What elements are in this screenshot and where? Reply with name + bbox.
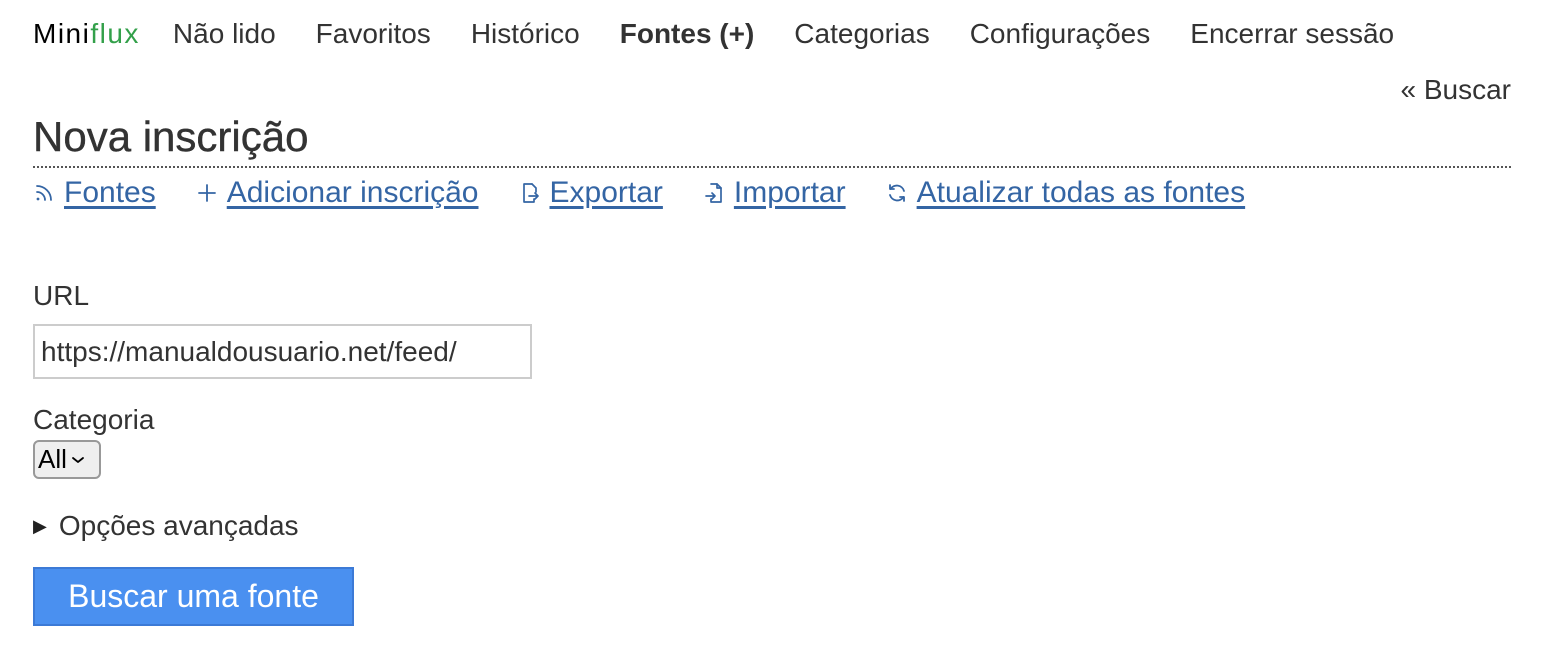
subnav-add-subscription-link[interactable]: Adicionar inscrição <box>227 176 479 210</box>
app-logo[interactable]: Miniflux <box>33 18 140 50</box>
nav-unread[interactable]: Não lido <box>173 18 276 50</box>
subnav-item-refresh-all[interactable]: Atualizar todas as fontes <box>886 176 1246 210</box>
search-toggle-link[interactable]: « Buscar <box>1401 74 1512 106</box>
subnav-item-feeds[interactable]: Fontes <box>33 176 156 210</box>
rss-icon <box>33 182 55 204</box>
logo-prefix: Mini <box>33 18 91 49</box>
advanced-options-toggle[interactable]: ▶ Opções avançadas <box>33 510 299 542</box>
chevron-down-icon <box>71 455 85 465</box>
url-label: URL <box>33 280 90 311</box>
refresh-icon <box>886 182 908 204</box>
subnav-item-import[interactable]: Importar <box>703 176 846 210</box>
page-title: Nova inscrição <box>33 110 1511 168</box>
nav-feeds[interactable]: Fontes (+) <box>620 18 755 50</box>
nav-history[interactable]: Histórico <box>471 18 580 50</box>
nav-categories[interactable]: Categorias <box>794 18 929 50</box>
nav-starred[interactable]: Favoritos <box>316 18 431 50</box>
subnav-feeds-link[interactable]: Fontes <box>64 176 156 210</box>
subnav-refresh-all-link[interactable]: Atualizar todas as fontes <box>917 176 1246 210</box>
advanced-options-label: Opções avançadas <box>58 510 299 541</box>
disclosure-triangle-icon: ▶ <box>33 515 47 536</box>
category-select-value: All <box>38 444 67 474</box>
subnav-item-add-subscription[interactable]: Adicionar inscrição <box>196 176 479 210</box>
page-subnav: Fontes Adicionar inscrição Exportar Impo… <box>33 176 1285 210</box>
export-icon <box>519 182 541 204</box>
subnav-import-link[interactable]: Importar <box>734 176 846 210</box>
subnav-item-export[interactable]: Exportar <box>519 176 663 210</box>
top-navigation: Miniflux Não lido Favoritos Histórico Fo… <box>33 14 1434 54</box>
find-feed-button[interactable]: Buscar uma fonte <box>33 567 354 626</box>
nav-settings[interactable]: Configurações <box>970 18 1151 50</box>
import-icon <box>703 182 725 204</box>
category-select[interactable]: All <box>33 440 101 479</box>
subnav-export-link[interactable]: Exportar <box>550 176 663 210</box>
nav-logout[interactable]: Encerrar sessão <box>1190 18 1394 50</box>
logo-suffix: flux <box>90 18 140 49</box>
url-input[interactable] <box>33 324 532 379</box>
category-label: Categoria <box>33 404 155 435</box>
plus-icon <box>196 182 218 204</box>
